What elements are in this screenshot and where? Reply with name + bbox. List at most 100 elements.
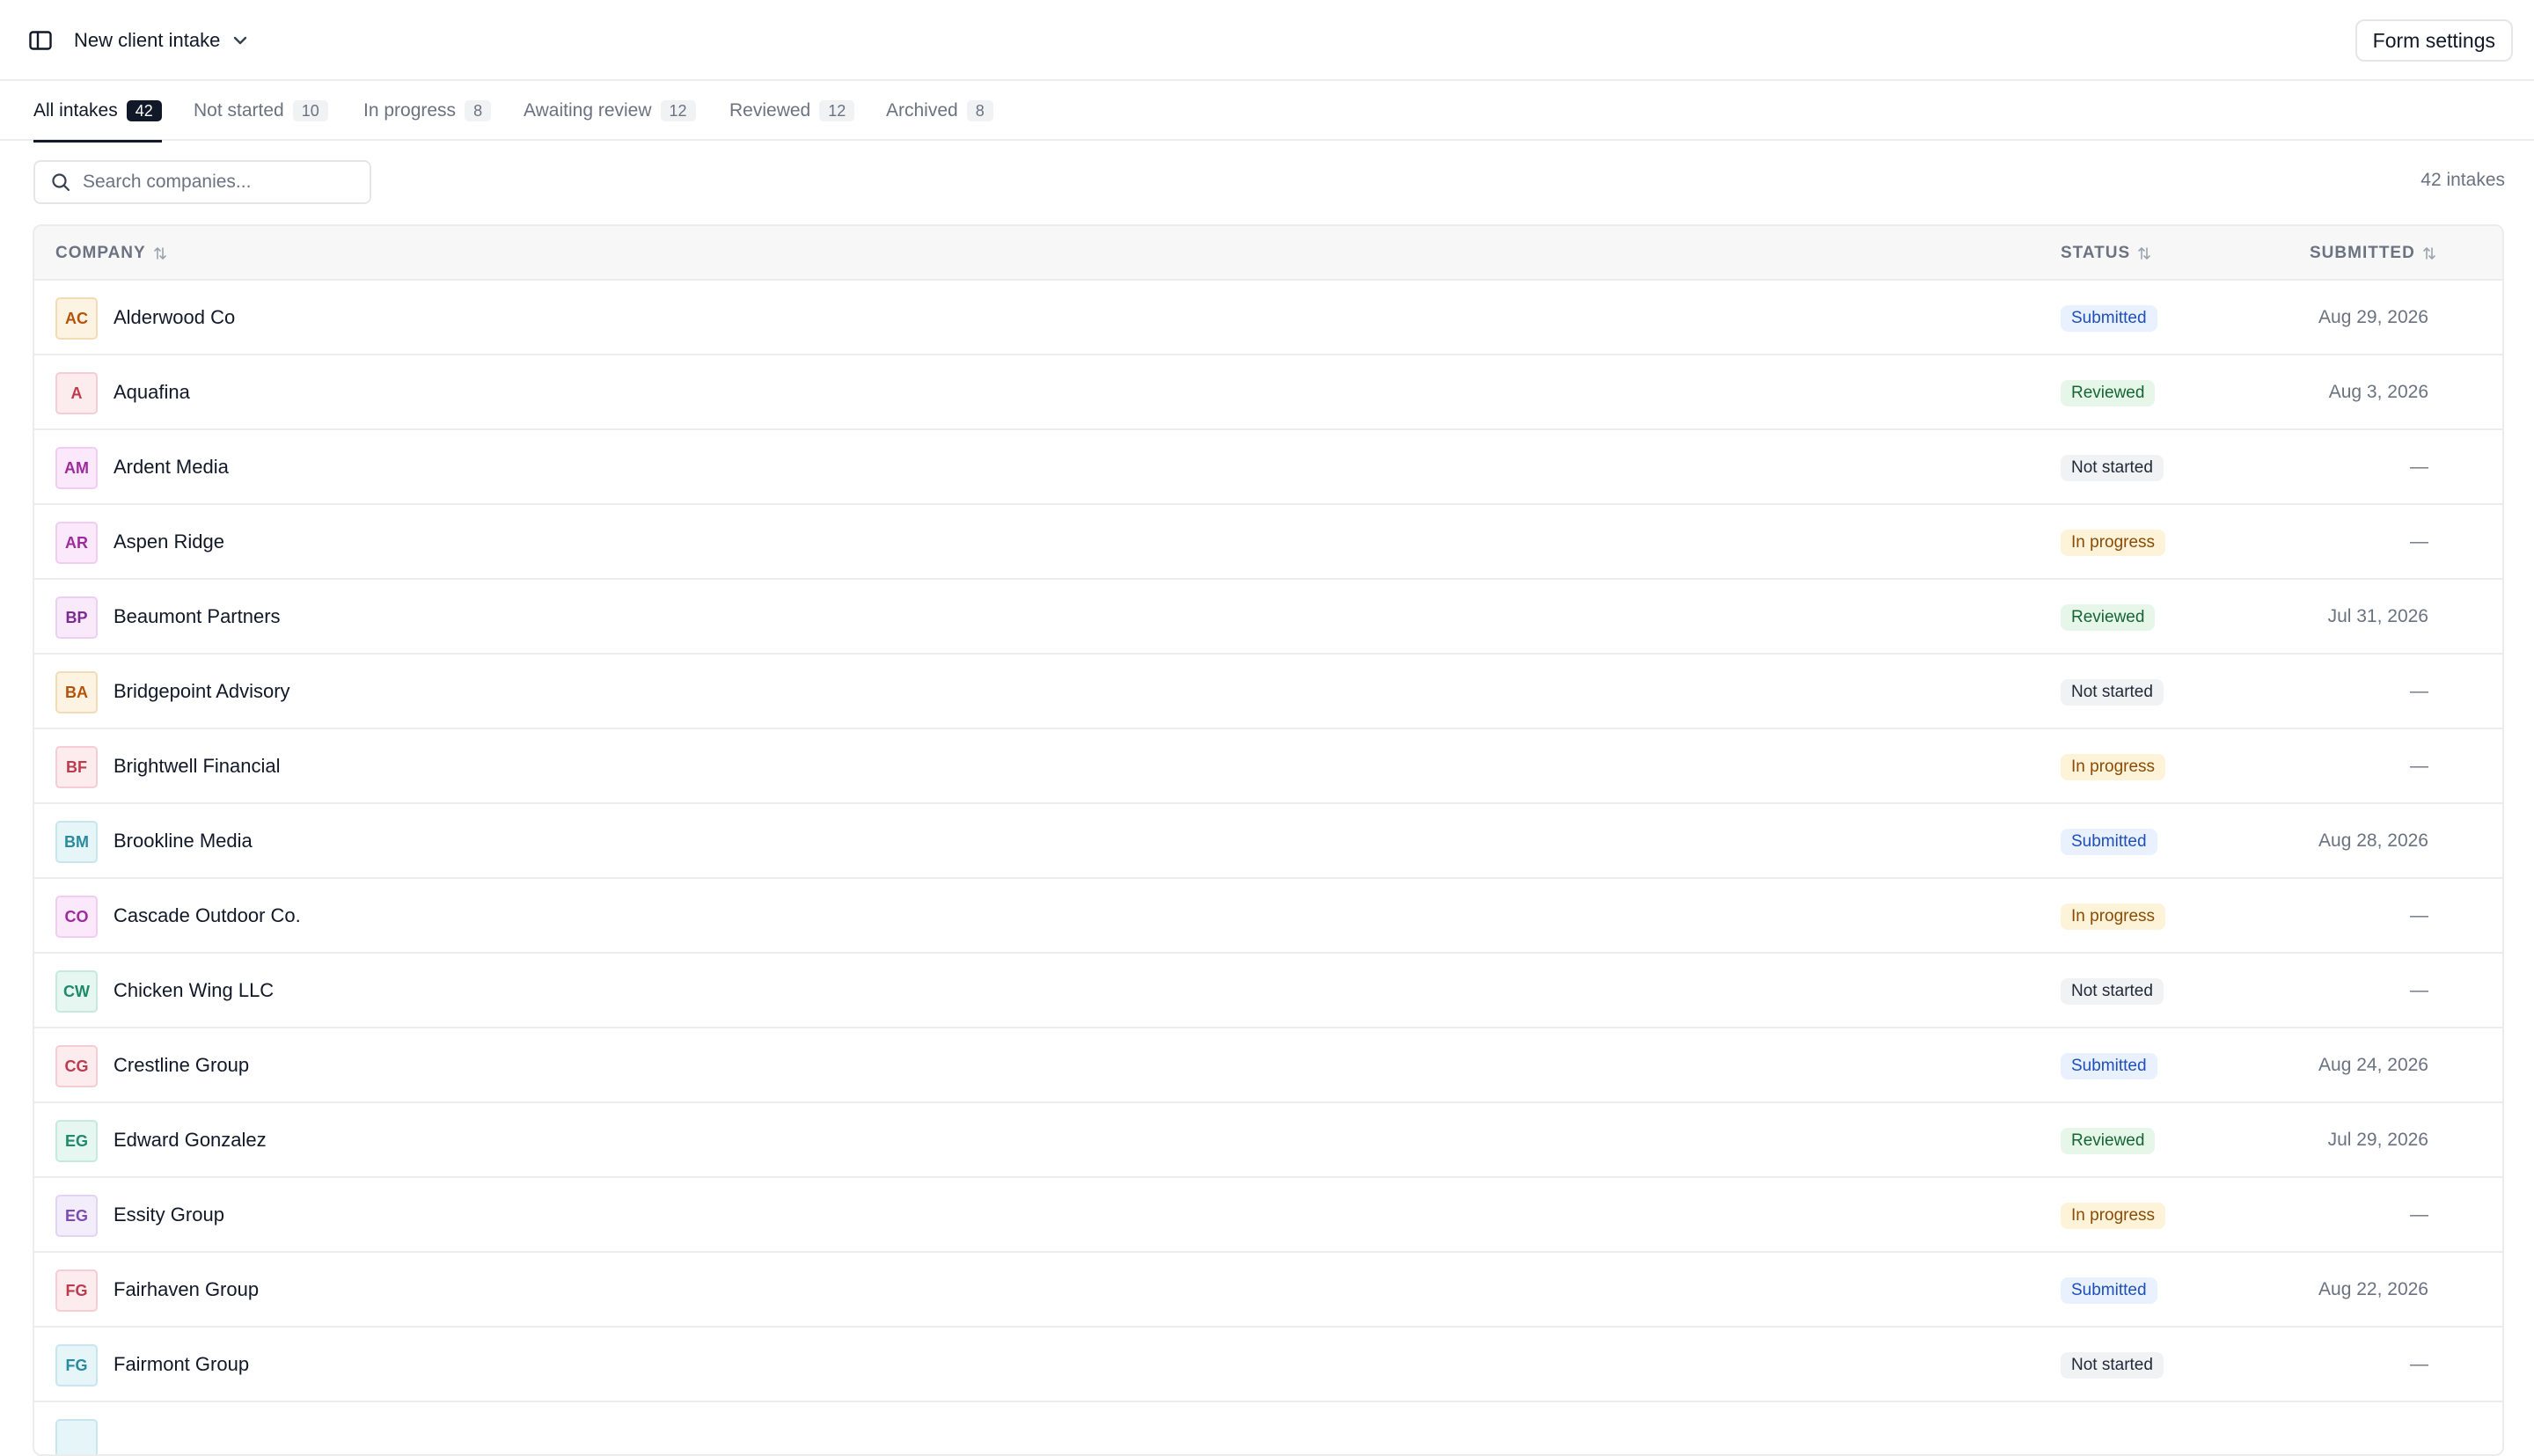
status-badge: Not started xyxy=(2061,1352,2164,1379)
company-name: Brightwell Financial xyxy=(114,754,281,777)
status-badge: Reviewed xyxy=(2061,604,2156,631)
table-row[interactable]: AR Aspen Ridge In progress — xyxy=(34,505,2502,580)
submitted-date: — xyxy=(2410,1204,2428,1225)
company-name: Chicken Wing LLC xyxy=(114,978,275,1001)
table-row[interactable]: CW Chicken Wing LLC Not started — xyxy=(34,954,2502,1028)
form-title-dropdown[interactable]: New client intake xyxy=(74,25,248,56)
status-badge: Not started xyxy=(2061,679,2164,706)
company-avatar: AR xyxy=(55,522,98,564)
tab-awaiting-review[interactable]: Awaiting review 12 xyxy=(524,81,696,141)
submitted-date: Aug 24, 2026 xyxy=(2318,1054,2428,1075)
table-row[interactable]: FG Fairmont Group Not started — xyxy=(34,1328,2502,1402)
table-row[interactable]: CG Crestline Group Submitted Aug 24, 2026 xyxy=(34,1028,2502,1103)
column-label: SUBMITTED xyxy=(2310,244,2415,262)
tab-archived[interactable]: Archived 8 xyxy=(886,81,993,141)
sort-arrows-icon xyxy=(153,247,166,260)
form-title: New client intake xyxy=(74,29,221,51)
company-name: Brookline Media xyxy=(114,829,253,852)
status-badge: Submitted xyxy=(2061,829,2157,855)
submitted-date: — xyxy=(2410,530,2428,552)
column-label: COMPANY xyxy=(55,244,146,262)
table-row[interactable] xyxy=(34,1402,2502,1454)
company-avatar: EG xyxy=(55,1195,98,1237)
company-name: Ardent Media xyxy=(114,455,229,478)
company-avatar: AM xyxy=(55,447,98,489)
table-row[interactable]: AM Ardent Media Not started — xyxy=(34,430,2502,505)
table-row[interactable]: BF Brightwell Financial In progress — xyxy=(34,729,2502,804)
table-row[interactable]: AC Alderwood Co Submitted Aug 29, 2026 xyxy=(34,281,2502,355)
status-badge: In progress xyxy=(2061,754,2166,780)
top-bar: New client intake Form settings xyxy=(0,0,2534,81)
tab-label: Reviewed xyxy=(729,100,811,121)
form-settings-button[interactable]: Form settings xyxy=(2355,19,2513,62)
submitted-date: — xyxy=(2410,456,2428,477)
company-avatar: BF xyxy=(55,746,98,788)
company-name: Beaumont Partners xyxy=(114,604,281,627)
status-badge: Submitted xyxy=(2061,305,2157,332)
table-row[interactable]: BA Bridgepoint Advisory Not started — xyxy=(34,655,2502,729)
table-header: COMPANY STATUS SUBMITTED xyxy=(34,226,2502,281)
company-avatar: FG xyxy=(55,1344,98,1386)
intakes-table: COMPANY STATUS SUBMITTED AC Alderwood Co S… xyxy=(33,224,2504,1456)
company-name: Aquafina xyxy=(114,380,190,403)
company-avatar: FG xyxy=(55,1269,98,1312)
table-row[interactable]: A Aquafina Reviewed Aug 3, 2026 xyxy=(34,355,2502,430)
company-avatar: CO xyxy=(55,896,98,938)
tab-count-badge: 12 xyxy=(660,100,696,121)
column-header-company[interactable]: COMPANY xyxy=(55,226,167,281)
submitted-date: Aug 28, 2026 xyxy=(2318,830,2428,851)
sort-arrows-icon xyxy=(2423,247,2435,260)
table-row[interactable]: CO Cascade Outdoor Co. In progress — xyxy=(34,879,2502,954)
company-avatar: AC xyxy=(55,297,98,340)
status-badge: Submitted xyxy=(2061,1053,2157,1079)
tab-label: Awaiting review xyxy=(524,100,652,121)
tab-not-started[interactable]: Not started 10 xyxy=(194,81,328,141)
company-avatar: BA xyxy=(55,671,98,713)
table-row[interactable]: FG Fairhaven Group Submitted Aug 22, 2026 xyxy=(34,1253,2502,1328)
tab-label: In progress xyxy=(363,100,457,121)
table-body: AC Alderwood Co Submitted Aug 29, 2026 A Aqua… xyxy=(34,281,2502,1454)
status-badge: In progress xyxy=(2061,1203,2166,1229)
company-avatar: BP xyxy=(55,596,98,639)
status-badge: Submitted xyxy=(2061,1277,2157,1304)
table-row[interactable]: BM Brookline Media Submitted Aug 28, 2026 xyxy=(34,804,2502,879)
tab-label: Not started xyxy=(194,100,284,121)
company-avatar: EG xyxy=(55,1120,98,1162)
company-name: Bridgepoint Advisory xyxy=(114,679,290,702)
submitted-date: Jul 29, 2026 xyxy=(2327,1129,2428,1150)
column-label: STATUS xyxy=(2061,244,2131,262)
company-name: Fairmont Group xyxy=(114,1352,250,1375)
tab-label: Archived xyxy=(886,100,958,121)
sidebar-toggle-button[interactable] xyxy=(25,26,56,55)
company-name: Aspen Ridge xyxy=(114,530,224,552)
status-badge: Not started xyxy=(2061,455,2164,481)
status-badge: Reviewed xyxy=(2061,1128,2156,1154)
company-avatar: CW xyxy=(55,970,98,1013)
company-avatar: A xyxy=(55,372,98,414)
table-row[interactable]: EG Edward Gonzalez Reviewed Jul 29, 2026 xyxy=(34,1103,2502,1178)
company-name: Essity Group xyxy=(114,1203,224,1226)
tab-reviewed[interactable]: Reviewed 12 xyxy=(729,81,855,141)
submitted-date: Aug 22, 2026 xyxy=(2318,1278,2428,1299)
column-header-submitted[interactable]: SUBMITTED xyxy=(2310,226,2436,281)
submitted-date: — xyxy=(2410,1353,2428,1374)
chevron-down-icon xyxy=(234,36,247,45)
submitted-date: — xyxy=(2410,680,2428,701)
company-avatar xyxy=(55,1419,98,1454)
search-box[interactable] xyxy=(33,160,371,204)
tab-in-progress[interactable]: In progress 8 xyxy=(363,81,492,141)
tab-count-badge: 8 xyxy=(966,100,993,121)
table-row[interactable]: BP Beaumont Partners Reviewed Jul 31, 2026 xyxy=(34,580,2502,655)
column-header-status[interactable]: STATUS xyxy=(2061,226,2151,281)
table-row[interactable]: EG Essity Group In progress — xyxy=(34,1178,2502,1253)
intake-count: 42 intakes xyxy=(2420,170,2505,190)
sort-arrows-icon xyxy=(2138,247,2150,260)
company-name: Cascade Outdoor Co. xyxy=(114,904,301,926)
submitted-date: — xyxy=(2410,979,2428,1000)
tab-count-badge: 10 xyxy=(292,100,328,121)
tab-all-intakes[interactable]: All intakes 42 xyxy=(33,81,162,143)
submitted-date: Jul 31, 2026 xyxy=(2327,605,2428,626)
search-input[interactable] xyxy=(83,172,347,193)
company-avatar: BM xyxy=(55,821,98,863)
tab-count-badge: 42 xyxy=(126,100,162,121)
